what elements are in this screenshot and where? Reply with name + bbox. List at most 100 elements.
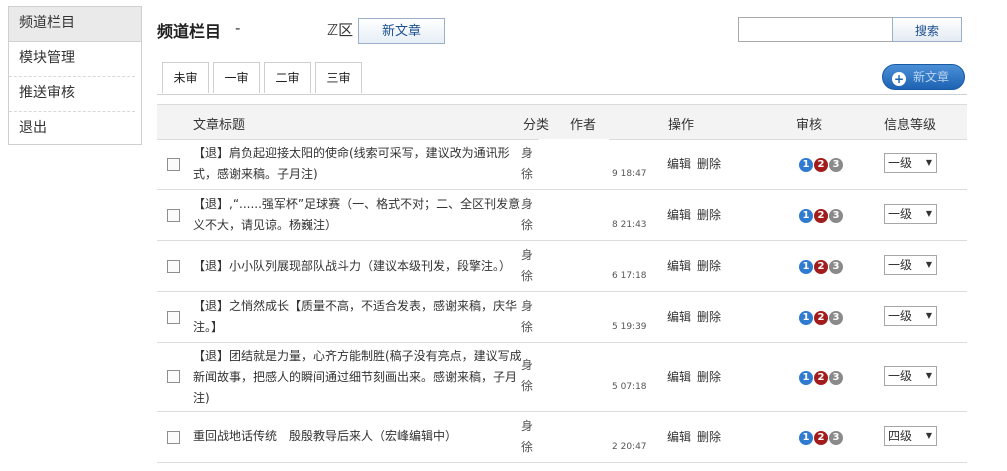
delete-link[interactable]: 删除 [697,157,721,171]
delete-link[interactable]: 删除 [697,370,721,384]
delete-link[interactable]: 删除 [697,310,721,324]
table-row: 【退】,“......强军杯”足球赛（一、格式不对；二、全区刊发意义不大，请见谅… [157,190,967,241]
review-3-icon[interactable]: 3 [829,431,843,445]
sidebar-item-logout[interactable]: 退出 [9,112,135,146]
tab-first-review[interactable]: 一审 [213,62,260,93]
article-title[interactable]: 【退】,“......强军杯”足球赛（一、格式不对；二、全区刊发意义不大，请见谅… [193,194,523,236]
table-row: 【退】小小队列展现部队战斗力（建议本级刊发，段擎注。） 身 徐 6 17:18 … [157,241,967,292]
sidebar-item-modules[interactable]: 模块管理 [9,42,135,77]
search-input[interactable] [738,17,896,42]
level-value: 一级 [888,258,913,272]
article-time: 5 07:18 [612,382,647,392]
row-checkbox[interactable] [167,431,180,444]
level-value: 四级 [888,429,913,443]
review-badges: 123 [799,309,844,325]
delete-link[interactable]: 删除 [697,208,721,222]
delete-link[interactable]: 删除 [697,259,721,273]
delete-link[interactable]: 删除 [697,430,721,444]
row-checkbox[interactable] [167,209,180,222]
review-1-icon[interactable]: 1 [799,431,813,445]
chevron-down-icon: ▼ [925,431,932,440]
article-time: 6 17:18 [612,271,647,281]
review-2-icon[interactable]: 2 [814,371,828,385]
level-select[interactable]: 一级 ▼ [884,255,937,275]
article-category: 身 徐 [521,248,534,283]
level-value: 一级 [888,207,913,221]
redacted-area [539,412,609,462]
row-checkbox[interactable] [167,370,180,383]
sidebar-nav: 频道栏目 模块管理 推送审核 退出 [8,6,142,145]
article-category: 身 徐 [521,146,534,181]
table-row: 【退】团结就是力量，心齐方能制胜(稿子没有亮点，建议写成新闻故事，把感人的瞬间通… [157,343,967,412]
row-actions: 编辑 删除 [667,206,727,223]
edit-link[interactable]: 编辑 [667,259,691,273]
header-category: 分类 [523,118,550,133]
chevron-down-icon: ▼ [925,158,932,167]
redacted-area [539,190,609,240]
level-select[interactable]: 一级 ▼ [884,153,937,173]
edit-link[interactable]: 编辑 [667,310,691,324]
sidebar-item-channel[interactable]: 频道栏目 [9,7,141,42]
article-category: 身 徐 [521,299,534,334]
review-3-icon[interactable]: 3 [829,371,843,385]
article-title[interactable]: 【退】肩负起迎接太阳的使命(线索可采写，建议改为通讯形式，感谢来稿。子月注) [193,143,523,185]
level-select[interactable]: 四级 ▼ [884,426,937,446]
review-2-icon[interactable]: 2 [814,311,828,325]
row-checkbox[interactable] [167,158,180,171]
header-ops: 操作 [668,118,695,133]
review-1-icon[interactable]: 1 [799,209,813,223]
review-badges: 123 [799,207,844,223]
article-title[interactable]: 【退】小小队列展现部队战斗力（建议本级刊发，段擎注。） [193,256,523,277]
level-select[interactable]: 一级 ▼ [884,306,937,326]
review-3-icon[interactable]: 3 [829,311,843,325]
article-time: 5 19:39 [612,322,647,332]
review-badges: 123 [799,258,844,274]
table-header: 文章标题 分类 作者 操作 审核 信息等级 [157,104,967,140]
row-actions: 编辑 删除 [667,368,727,385]
chevron-down-icon: ▼ [925,209,932,218]
tab-third-review[interactable]: 三审 [315,62,362,93]
table-row: 重回战地话传统 殷殷教导后来人（宏峰编辑中） 身 徐 2 20:47 编辑 删除 … [157,412,967,463]
row-checkbox[interactable] [167,260,180,273]
new-article-blue-label: 新文章 [913,70,950,84]
review-2-icon[interactable]: 2 [814,260,828,274]
article-category: 身 徐 [521,197,534,232]
level-select[interactable]: 一级 ▼ [884,366,937,386]
search-button[interactable]: 搜索 [892,17,962,42]
edit-link[interactable]: 编辑 [667,208,691,222]
edit-link[interactable]: 编辑 [667,370,691,384]
row-actions: 编辑 删除 [667,428,727,445]
row-checkbox[interactable] [167,311,180,324]
review-tabs: 未审 一审 二审 三审 [162,62,366,94]
review-3-icon[interactable]: 3 [829,158,843,172]
review-2-icon[interactable]: 2 [814,431,828,445]
article-time: 8 21:43 [612,220,647,230]
tab-second-review[interactable]: 二审 [264,62,311,93]
review-1-icon[interactable]: 1 [799,371,813,385]
article-title[interactable]: 重回战地话传统 殷殷教导后来人（宏峰编辑中） [193,426,523,447]
sidebar-item-push-review[interactable]: 推送审核 [9,77,135,112]
level-value: 一级 [888,369,913,383]
review-3-icon[interactable]: 3 [829,209,843,223]
article-title[interactable]: 【退】团结就是力量，心齐方能制胜(稿子没有亮点，建议写成新闻故事，把感人的瞬间通… [193,346,523,409]
region-label: ℤ区 [327,21,354,39]
article-title[interactable]: 【退】之悄然成长【质量不高，不适合发表，感谢来稿，庆华注。】 [193,296,523,338]
edit-link[interactable]: 编辑 [667,430,691,444]
review-2-icon[interactable]: 2 [814,209,828,223]
plus-icon: + [892,72,906,86]
review-1-icon[interactable]: 1 [799,311,813,325]
redacted-area [539,292,609,342]
table-row: 【退】之悄然成长【质量不高，不适合发表，感谢来稿，庆华注。】 身 徐 5 19:… [157,292,967,343]
redacted-area [539,343,609,411]
redacted-area [539,139,609,189]
new-article-button[interactable]: 新文章 [358,18,445,44]
review-1-icon[interactable]: 1 [799,158,813,172]
review-1-icon[interactable]: 1 [799,260,813,274]
edit-link[interactable]: 编辑 [667,157,691,171]
level-select[interactable]: 一级 ▼ [884,204,937,224]
review-2-icon[interactable]: 2 [814,158,828,172]
review-3-icon[interactable]: 3 [829,260,843,274]
header-author: 作者 [570,118,597,133]
new-article-blue-button[interactable]: + 新文章 [882,64,965,90]
tab-unreviewed[interactable]: 未审 [162,62,209,93]
